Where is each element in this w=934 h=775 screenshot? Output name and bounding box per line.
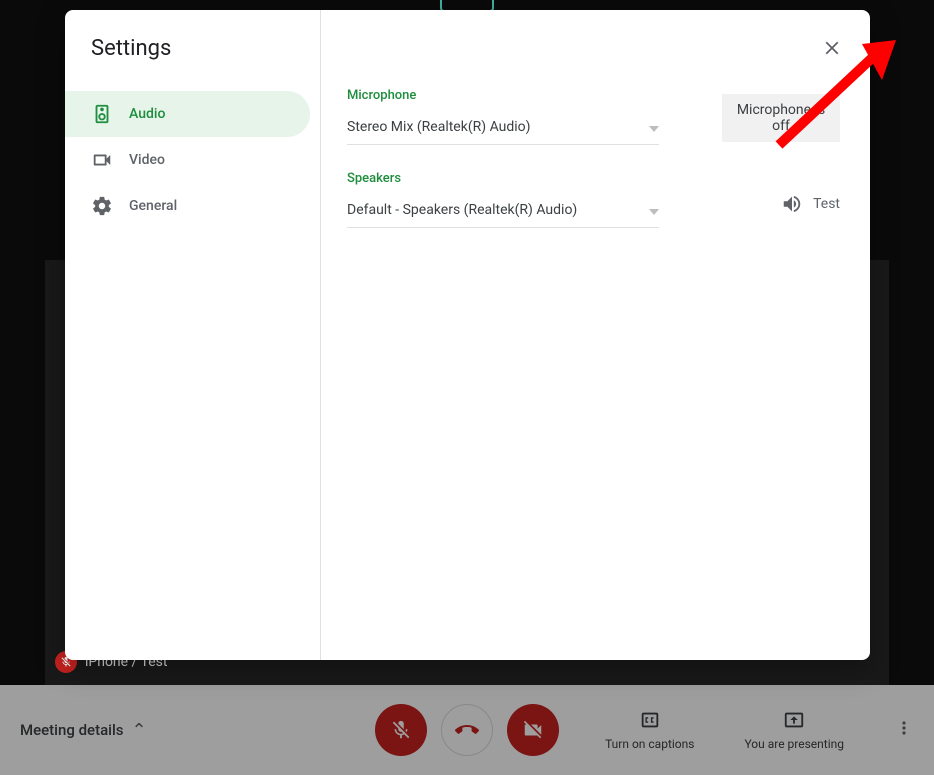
dropdown-arrow-icon [649,117,659,136]
microphone-label: Microphone [347,88,682,103]
microphone-dropdown[interactable]: Stereo Mix (Realtek(R) Audio) [347,113,659,145]
microphone-section: Microphone Stereo Mix (Realtek(R) Audio)… [347,88,840,145]
meeting-details-label: Meeting details [20,721,124,739]
microphone-status: Microphone is off [722,94,840,142]
gear-icon [91,195,113,217]
dropdown-arrow-icon [649,200,659,219]
hangup-button[interactable] [441,704,493,756]
sidebar-item-label: Video [129,152,165,168]
camera-off-icon [522,719,544,741]
present-icon [783,709,805,731]
microphone-toggle-button[interactable] [375,704,427,756]
speakers-section: Speakers Default - Speakers (Realtek(R) … [347,171,840,228]
close-button[interactable] [812,28,852,68]
captions-icon [639,709,661,731]
present-button[interactable]: You are presenting [744,709,844,751]
meeting-details-button[interactable]: Meeting details ⌃ [20,720,147,741]
more-options-button[interactable] [894,718,914,742]
sidebar-item-label: Audio [129,106,165,122]
volume-icon [781,193,803,215]
microphone-value: Stereo Mix (Realtek(R) Audio) [347,119,531,135]
present-label: You are presenting [744,737,844,751]
test-label: Test [813,196,840,212]
speakers-label: Speakers [347,171,721,186]
settings-tab-list: Audio Video General [65,91,320,229]
settings-main-panel: Microphone Stereo Mix (Realtek(R) Audio)… [321,10,870,660]
speakers-dropdown[interactable]: Default - Speakers (Realtek(R) Audio) [347,196,659,228]
captions-button[interactable]: Turn on captions [605,709,694,751]
speakers-value: Default - Speakers (Realtek(R) Audio) [347,202,577,218]
chevron-up-icon: ⌃ [132,720,147,741]
close-icon [821,37,843,59]
video-icon [91,149,113,171]
settings-sidebar: Settings Audio Video General [65,10,321,660]
meeting-bottom-bar: Meeting details ⌃ Turn on captions You a… [0,685,934,775]
sidebar-item-general[interactable]: General [65,183,310,229]
sidebar-item-audio[interactable]: Audio [65,91,310,137]
right-controls: Turn on captions You are presenting [605,709,914,751]
settings-dialog: Settings Audio Video General Microphone [65,10,870,660]
camera-toggle-button[interactable] [507,704,559,756]
hangup-icon [455,718,479,742]
microphone-off-icon [390,719,412,741]
test-speakers-button[interactable]: Test [781,193,840,215]
more-vert-icon [894,718,914,738]
sidebar-item-video[interactable]: Video [65,137,310,183]
center-call-controls [375,704,559,756]
sidebar-item-label: General [129,198,177,214]
speaker-icon [91,103,113,125]
settings-title: Settings [65,36,320,61]
captions-label: Turn on captions [605,737,694,751]
